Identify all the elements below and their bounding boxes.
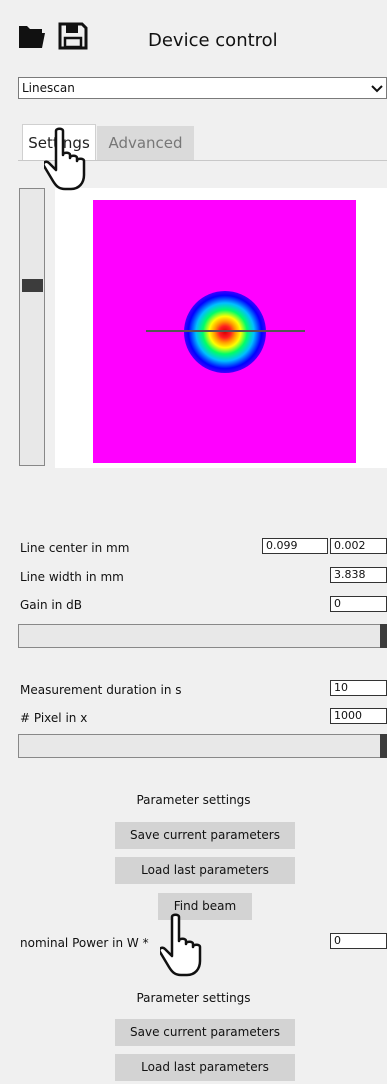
vertical-slider-thumb[interactable] — [22, 279, 43, 292]
gain-slider[interactable] — [18, 624, 387, 648]
gain-field[interactable]: 0 — [330, 596, 387, 612]
save-parameters-button-2[interactable]: Save current parameters — [115, 1019, 295, 1046]
power-field[interactable]: 0 — [330, 933, 387, 949]
power-label: nominal Power in W * — [20, 936, 149, 950]
line-width-label: Line width in mm — [20, 570, 124, 584]
duration-label: Measurement duration in s — [20, 683, 182, 697]
parameter-settings-title: Parameter settings — [136, 793, 251, 807]
line-center-label: Line center in mm — [20, 541, 130, 555]
pixel-label: # Pixel in x — [20, 711, 88, 725]
app-title: Device control — [148, 30, 278, 51]
line-center-x-field[interactable]: 0.099 — [262, 538, 328, 554]
pixel-field[interactable]: 1000 — [330, 708, 387, 724]
folder-open-icon[interactable] — [18, 22, 46, 54]
beam-image[interactable] — [93, 200, 356, 463]
beam-spot — [184, 291, 266, 373]
chevron-down-icon — [370, 78, 384, 102]
line-profile-marker[interactable] — [146, 330, 305, 332]
hand-cursor-icon — [158, 913, 212, 983]
parameter-settings-title-2: Parameter settings — [136, 991, 251, 1005]
gain-slider-thumb[interactable] — [380, 624, 387, 648]
gain-label: Gain in dB — [20, 598, 83, 612]
pixel-slider-thumb[interactable] — [380, 734, 387, 758]
line-center-y-field[interactable]: 0.002 — [330, 538, 387, 554]
duration-field[interactable]: 10 — [330, 680, 387, 696]
load-parameters-button-2[interactable]: Load last parameters — [115, 1054, 295, 1081]
save-icon[interactable] — [58, 22, 88, 54]
save-parameters-button[interactable]: Save current parameters — [115, 822, 295, 849]
hand-cursor-icon — [42, 127, 96, 197]
pixel-slider[interactable] — [18, 734, 387, 758]
mode-select-value: Linescan — [22, 81, 75, 95]
mode-select[interactable]: Linescan — [18, 77, 387, 99]
load-parameters-button[interactable]: Load last parameters — [115, 857, 295, 884]
tab-advanced[interactable]: Advanced — [97, 126, 194, 160]
vertical-slider[interactable] — [19, 188, 45, 466]
line-width-field[interactable]: 3.838 — [330, 567, 387, 583]
